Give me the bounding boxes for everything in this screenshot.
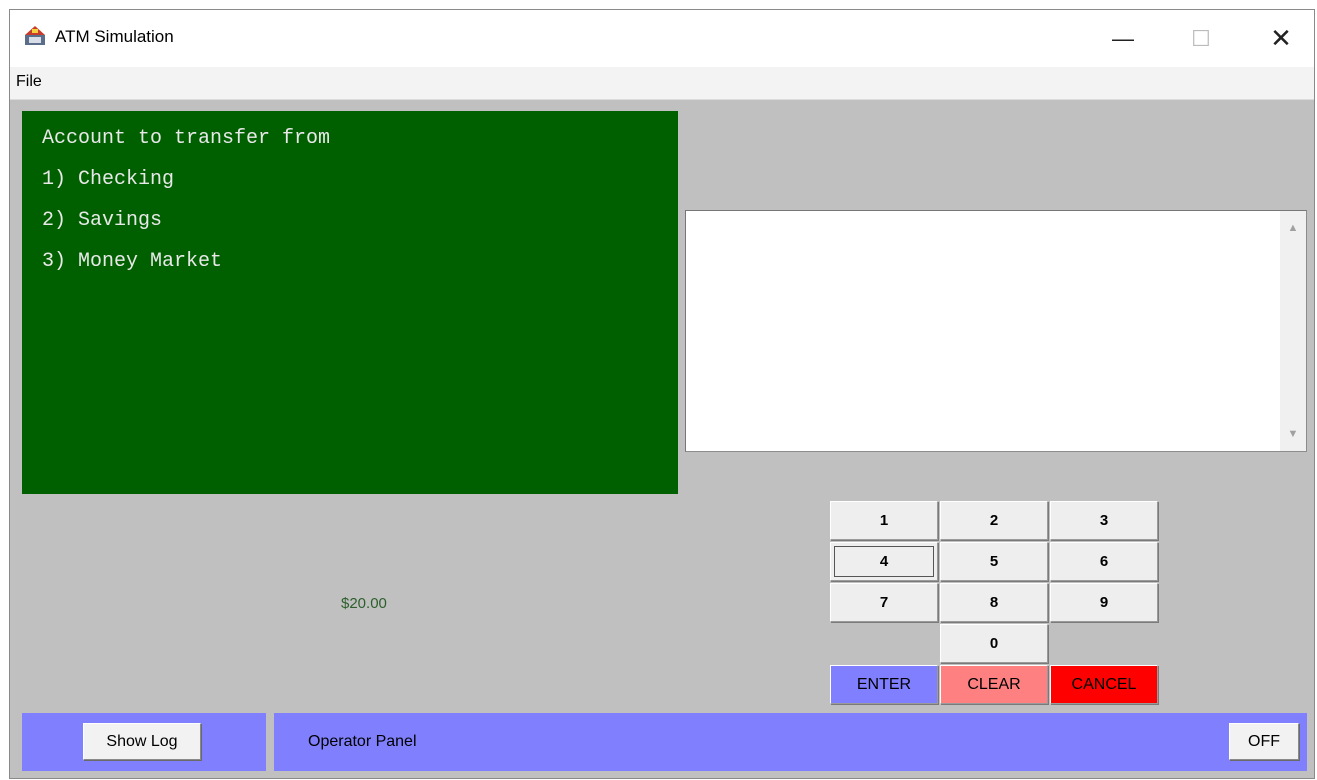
- key-0[interactable]: 0: [940, 624, 1048, 663]
- scroll-up-icon[interactable]: ▲: [1280, 215, 1306, 241]
- key-2[interactable]: 2: [940, 501, 1048, 540]
- power-off-button[interactable]: OFF: [1229, 723, 1299, 760]
- minimize-icon[interactable]: —: [1078, 10, 1168, 67]
- key-9[interactable]: 9: [1050, 583, 1158, 622]
- close-icon[interactable]: ✕: [1236, 10, 1314, 67]
- key-8[interactable]: 8: [940, 583, 1048, 622]
- log-text-area[interactable]: ▲ ▼: [685, 210, 1307, 452]
- log-scrollbar[interactable]: ▲ ▼: [1280, 211, 1306, 451]
- log-control-panel: Show Log: [22, 713, 266, 771]
- atm-display-screen: Account to transfer from 1) Checking 2) …: [22, 111, 678, 494]
- cash-dispenser-amount: $20.00: [341, 595, 387, 612]
- atm-window: ATM Simulation — ☐ ✕ File Account to tra…: [9, 9, 1315, 779]
- key-7[interactable]: 7: [830, 583, 938, 622]
- clear-button[interactable]: CLEAR: [940, 665, 1048, 704]
- enter-button[interactable]: ENTER: [830, 665, 938, 704]
- show-log-button[interactable]: Show Log: [83, 723, 201, 760]
- key-3[interactable]: 3: [1050, 501, 1158, 540]
- key-6[interactable]: 6: [1050, 542, 1158, 581]
- atm-app-icon: [24, 25, 46, 47]
- screen-prompt: Account to transfer from: [42, 127, 331, 150]
- menu-bar: File: [10, 67, 1314, 100]
- scroll-down-icon[interactable]: ▼: [1280, 421, 1306, 447]
- key-1[interactable]: 1: [830, 501, 938, 540]
- maximize-icon[interactable]: ☐: [1156, 10, 1246, 67]
- operator-panel: Operator Panel OFF: [274, 713, 1307, 771]
- window-title: ATM Simulation: [55, 27, 174, 46]
- key-4[interactable]: 4: [830, 542, 938, 581]
- cancel-button[interactable]: CANCEL: [1050, 665, 1158, 704]
- operator-panel-label: Operator Panel: [308, 733, 417, 750]
- screen-option-savings: 2) Savings: [42, 209, 163, 232]
- screen-option-money-market: 3) Money Market: [42, 250, 223, 273]
- title-bar: ATM Simulation — ☐ ✕: [10, 10, 1314, 67]
- key-5[interactable]: 5: [940, 542, 1048, 581]
- menu-file[interactable]: File: [12, 73, 46, 91]
- screen-option-checking: 1) Checking: [42, 168, 175, 191]
